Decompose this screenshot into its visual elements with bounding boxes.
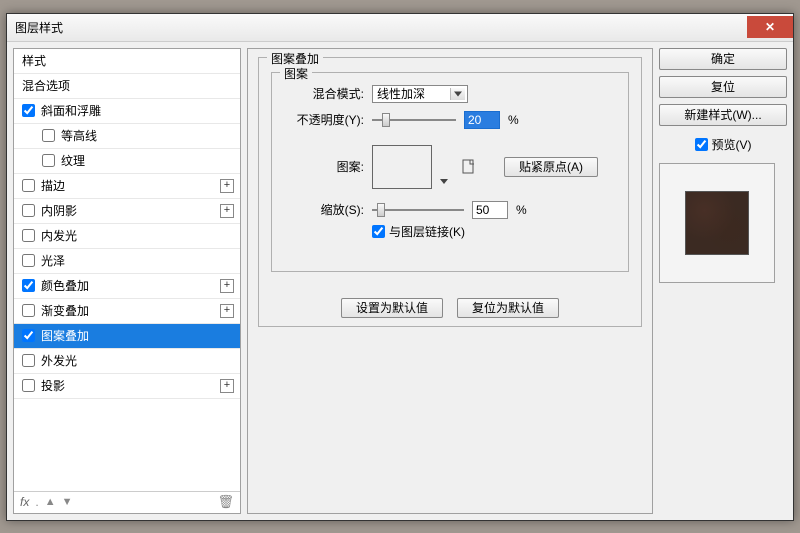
pattern-label: 图案:: [330, 158, 364, 175]
opacity-percent: %: [508, 113, 519, 127]
trash-icon[interactable]: 🗑: [217, 494, 234, 510]
add-effect-icon[interactable]: +: [220, 179, 234, 193]
pattern-overlay-group: 图案叠加 图案 混合模式: 线性加深 不透明度(Y):: [258, 57, 642, 327]
titlebar[interactable]: 图层样式 ✕: [7, 14, 793, 42]
inner-title: 图案: [280, 65, 312, 82]
set-default-button[interactable]: 设置为默认值: [341, 298, 443, 318]
sidebar-item-label: 描边: [41, 177, 65, 194]
sidebar-item-label: 投影: [41, 377, 65, 394]
sidebar-item-1[interactable]: 混合选项: [14, 74, 240, 99]
sidebar-item-label: 光泽: [41, 252, 65, 269]
styles-list: 样式混合选项斜面和浮雕等高线纹理描边 + 内阴影 + 内发光光泽颜色叠加 + 渐变叠加 + 图案…: [14, 49, 240, 491]
style-checkbox[interactable]: [22, 179, 35, 192]
style-checkbox[interactable]: [22, 304, 35, 317]
sidebar-item-label: 样式: [22, 52, 46, 69]
pattern-dropdown[interactable]: [440, 173, 452, 187]
sidebar-item-label: 渐变叠加: [41, 302, 89, 319]
sidebar-item-label: 外发光: [41, 352, 77, 369]
scale-slider[interactable]: [372, 209, 464, 211]
style-checkbox[interactable]: [22, 279, 35, 292]
chevron-down-icon: [454, 91, 462, 96]
snap-origin-button[interactable]: 贴紧原点(A): [504, 157, 598, 177]
pattern-swatch[interactable]: [372, 145, 432, 189]
window-title: 图层样式: [15, 19, 747, 36]
reset-default-button[interactable]: 复位为默认值: [457, 298, 559, 318]
sidebar-item-label: 纹理: [61, 152, 85, 169]
new-style-button[interactable]: 新建样式(W)...: [659, 104, 787, 126]
style-checkbox[interactable]: [22, 379, 35, 392]
styles-sidebar: 样式混合选项斜面和浮雕等高线纹理描边 + 内阴影 + 内发光光泽颜色叠加 + 渐变叠加 + 图案…: [13, 48, 241, 514]
footer-dot-icon: .: [35, 495, 38, 509]
scale-percent: %: [516, 203, 527, 217]
sidebar-item-label: 颜色叠加: [41, 277, 89, 294]
sidebar-item-8[interactable]: 光泽: [14, 249, 240, 274]
add-effect-icon[interactable]: +: [220, 279, 234, 293]
sidebar-item-label: 等高线: [61, 127, 97, 144]
chevron-down-icon: [440, 179, 448, 184]
sidebar-item-11[interactable]: 图案叠加: [14, 324, 240, 349]
style-checkbox[interactable]: [22, 204, 35, 217]
sidebar-item-9[interactable]: 颜色叠加 +: [14, 274, 240, 299]
sidebar-item-label: 内发光: [41, 227, 77, 244]
add-effect-icon[interactable]: +: [220, 204, 234, 218]
opacity-label: 不透明度(Y):: [282, 111, 364, 128]
close-icon: ✕: [765, 20, 775, 34]
close-button[interactable]: ✕: [747, 16, 793, 38]
pattern-inner-group: 图案 混合模式: 线性加深 不透明度(Y):: [271, 72, 629, 272]
opacity-slider[interactable]: [372, 119, 456, 121]
blend-mode-label: 混合模式:: [300, 85, 364, 102]
scale-input[interactable]: 50: [472, 201, 508, 219]
sidebar-item-10[interactable]: 渐变叠加 +: [14, 299, 240, 324]
link-with-layer-checkbox[interactable]: 与图层链接(K): [372, 223, 465, 240]
sidebar-item-label: 混合选项: [22, 77, 70, 94]
sidebar-footer: fx . ▲ ▼ 🗑: [14, 491, 240, 513]
sidebar-item-0[interactable]: 样式: [14, 49, 240, 74]
add-effect-icon[interactable]: +: [220, 379, 234, 393]
style-checkbox[interactable]: [42, 154, 55, 167]
sidebar-item-13[interactable]: 投影 +: [14, 374, 240, 399]
blend-mode-value: 线性加深: [377, 85, 425, 102]
sidebar-item-4[interactable]: 纹理: [14, 149, 240, 174]
preview-swatch: [685, 191, 749, 255]
style-checkbox[interactable]: [22, 329, 35, 342]
sidebar-item-label: 内阴影: [41, 202, 77, 219]
sidebar-item-2[interactable]: 斜面和浮雕: [14, 99, 240, 124]
layer-style-dialog: 图层样式 ✕ 样式混合选项斜面和浮雕等高线纹理描边 + 内阴影 + 内发光光泽颜色叠加 +…: [6, 13, 794, 521]
style-checkbox[interactable]: [22, 104, 35, 117]
scale-label: 缩放(S):: [308, 201, 364, 218]
blend-mode-dropdown[interactable]: 线性加深: [372, 85, 468, 103]
move-down-icon[interactable]: ▼: [62, 496, 73, 508]
sidebar-item-12[interactable]: 外发光: [14, 349, 240, 374]
reset-button[interactable]: 复位: [659, 76, 787, 98]
dialog-body: 样式混合选项斜面和浮雕等高线纹理描边 + 内阴影 + 内发光光泽颜色叠加 + 渐变叠加 + 图案…: [7, 42, 793, 520]
style-checkbox[interactable]: [42, 129, 55, 142]
add-effect-icon[interactable]: +: [220, 304, 234, 318]
sidebar-item-5[interactable]: 描边 +: [14, 174, 240, 199]
sidebar-item-7[interactable]: 内发光: [14, 224, 240, 249]
right-column: 确定 复位 新建样式(W)... 预览(V): [659, 48, 787, 514]
preview-checkbox[interactable]: 预览(V): [695, 136, 752, 153]
style-checkbox[interactable]: [22, 254, 35, 267]
style-checkbox[interactable]: [22, 229, 35, 242]
style-checkbox[interactable]: [22, 354, 35, 367]
preview-box: [659, 163, 775, 283]
sidebar-item-6[interactable]: 内阴影 +: [14, 199, 240, 224]
move-up-icon[interactable]: ▲: [45, 496, 56, 508]
opacity-input[interactable]: 20: [464, 111, 500, 129]
sidebar-item-label: 斜面和浮雕: [41, 102, 101, 119]
sidebar-item-3[interactable]: 等高线: [14, 124, 240, 149]
fx-label[interactable]: fx: [20, 495, 29, 509]
settings-panel: 图案叠加 图案 混合模式: 线性加深 不透明度(Y):: [247, 48, 653, 514]
new-preset-icon[interactable]: [460, 158, 478, 176]
sidebar-item-label: 图案叠加: [41, 327, 89, 344]
ok-button[interactable]: 确定: [659, 48, 787, 70]
